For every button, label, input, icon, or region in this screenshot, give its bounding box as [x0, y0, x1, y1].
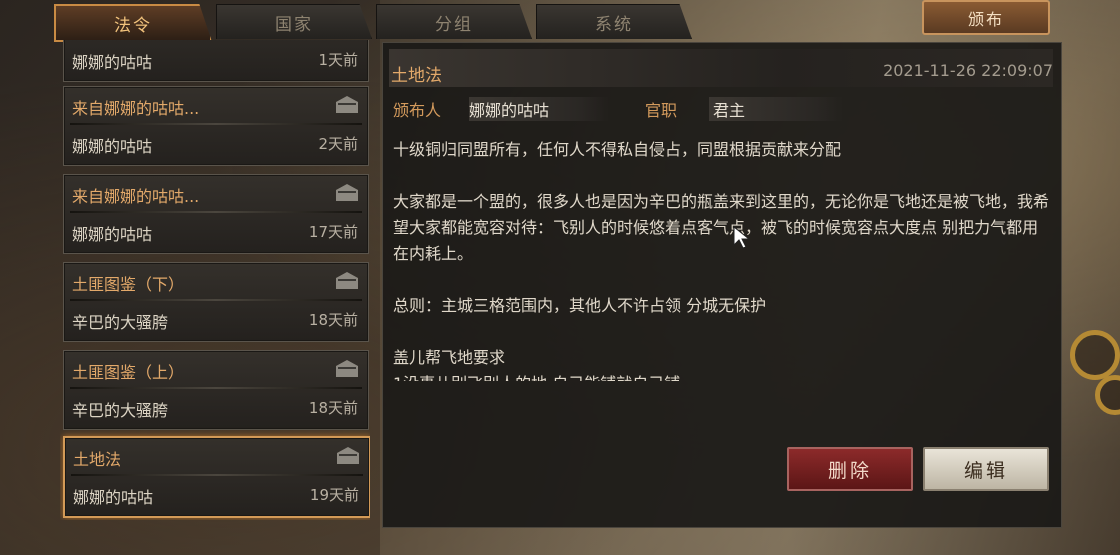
list-item-sender: 辛巴的大骚胯 [72, 401, 169, 420]
list-item[interactable]: 来自娜娜的咕咕... 娜娜的咕咕 17天前 [63, 174, 369, 254]
list-item-time: 18天前 [308, 311, 358, 329]
list-item-sender: 娜娜的咕咕 [72, 137, 153, 156]
list-item[interactable]: 土匪图鉴（下） 辛巴的大骚胯 18天前 [63, 262, 369, 342]
list-item-time: 2天前 [318, 135, 358, 153]
list-item-sender: 娜娜的咕咕 [72, 53, 153, 72]
list-item[interactable]: 来自娜娜的咕咕... 娜娜的咕咕 2天前 [63, 86, 369, 166]
envelope-icon [336, 272, 358, 289]
divider [70, 387, 362, 389]
publisher-label: 颁布人 [393, 101, 442, 120]
list-item-title: 来自娜娜的咕咕... [72, 187, 200, 206]
tab-system[interactable]: 系统 [536, 4, 692, 39]
envelope-icon [336, 184, 358, 201]
list-item[interactable]: 娜娜的咕咕 1天前 [63, 40, 369, 82]
list-item-time: 19天前 [309, 486, 359, 504]
list-item-title: 土匪图鉴（上） [72, 363, 185, 382]
list-item-selected[interactable]: 土地法 娜娜的咕咕 19天前 [63, 436, 370, 518]
tab-decree[interactable]: 法令 [54, 4, 212, 42]
list-item-sender: 娜娜的咕咕 [73, 488, 154, 507]
publisher-value: 娜娜的咕咕 [469, 97, 609, 121]
list-item-title: 来自娜娜的咕咕... [72, 99, 200, 118]
list-item-time: 1天前 [318, 51, 358, 69]
list-item-sender: 娜娜的咕咕 [72, 225, 153, 244]
coin-decoration [1070, 330, 1120, 380]
publish-button[interactable]: 颁布 [922, 0, 1050, 35]
divider [70, 299, 362, 301]
list-item-time: 17天前 [308, 223, 358, 241]
divider [70, 123, 362, 125]
list-item-title: 土地法 [73, 450, 122, 469]
decree-title: 土地法 [391, 66, 442, 86]
tab-nation[interactable]: 国家 [216, 4, 372, 39]
envelope-icon [336, 360, 358, 377]
delete-button[interactable]: 删除 [787, 447, 913, 491]
list-item[interactable]: 土匪图鉴（上） 辛巴的大骚胯 18天前 [63, 350, 369, 430]
decree-content[interactable]: 十级铜归同盟所有，任何人不得私自侵占，同盟根据贡献来分配 大家都是一个盟的，很多… [393, 137, 1053, 381]
list-item-sender: 辛巴的大骚胯 [72, 313, 169, 332]
tab-group[interactable]: 分组 [376, 4, 532, 39]
tab-bar: 法令 国家 分组 系统 [54, 4, 692, 42]
decree-datetime: 2021-11-26 22:09:07 [883, 61, 1053, 80]
decree-detail-panel: 土地法 2021-11-26 22:09:07 颁布人 娜娜的咕咕 官职 君主 … [382, 42, 1062, 528]
position-value: 君主 [709, 97, 843, 121]
list-item-title: 土匪图鉴（下） [72, 275, 185, 294]
edit-button[interactable]: 编辑 [923, 447, 1049, 491]
mouse-cursor-icon [733, 226, 751, 249]
envelope-icon [337, 447, 359, 464]
divider [71, 474, 363, 476]
list-item-time: 18天前 [308, 399, 358, 417]
divider [70, 211, 362, 213]
envelope-icon [336, 96, 358, 113]
decree-list[interactable]: 娜娜的咕咕 1天前 来自娜娜的咕咕... 娜娜的咕咕 2天前 来自娜娜的咕咕..… [60, 40, 370, 520]
position-label: 官职 [645, 101, 678, 120]
meta-row: 颁布人 娜娜的咕咕 官职 君主 [389, 93, 1053, 121]
